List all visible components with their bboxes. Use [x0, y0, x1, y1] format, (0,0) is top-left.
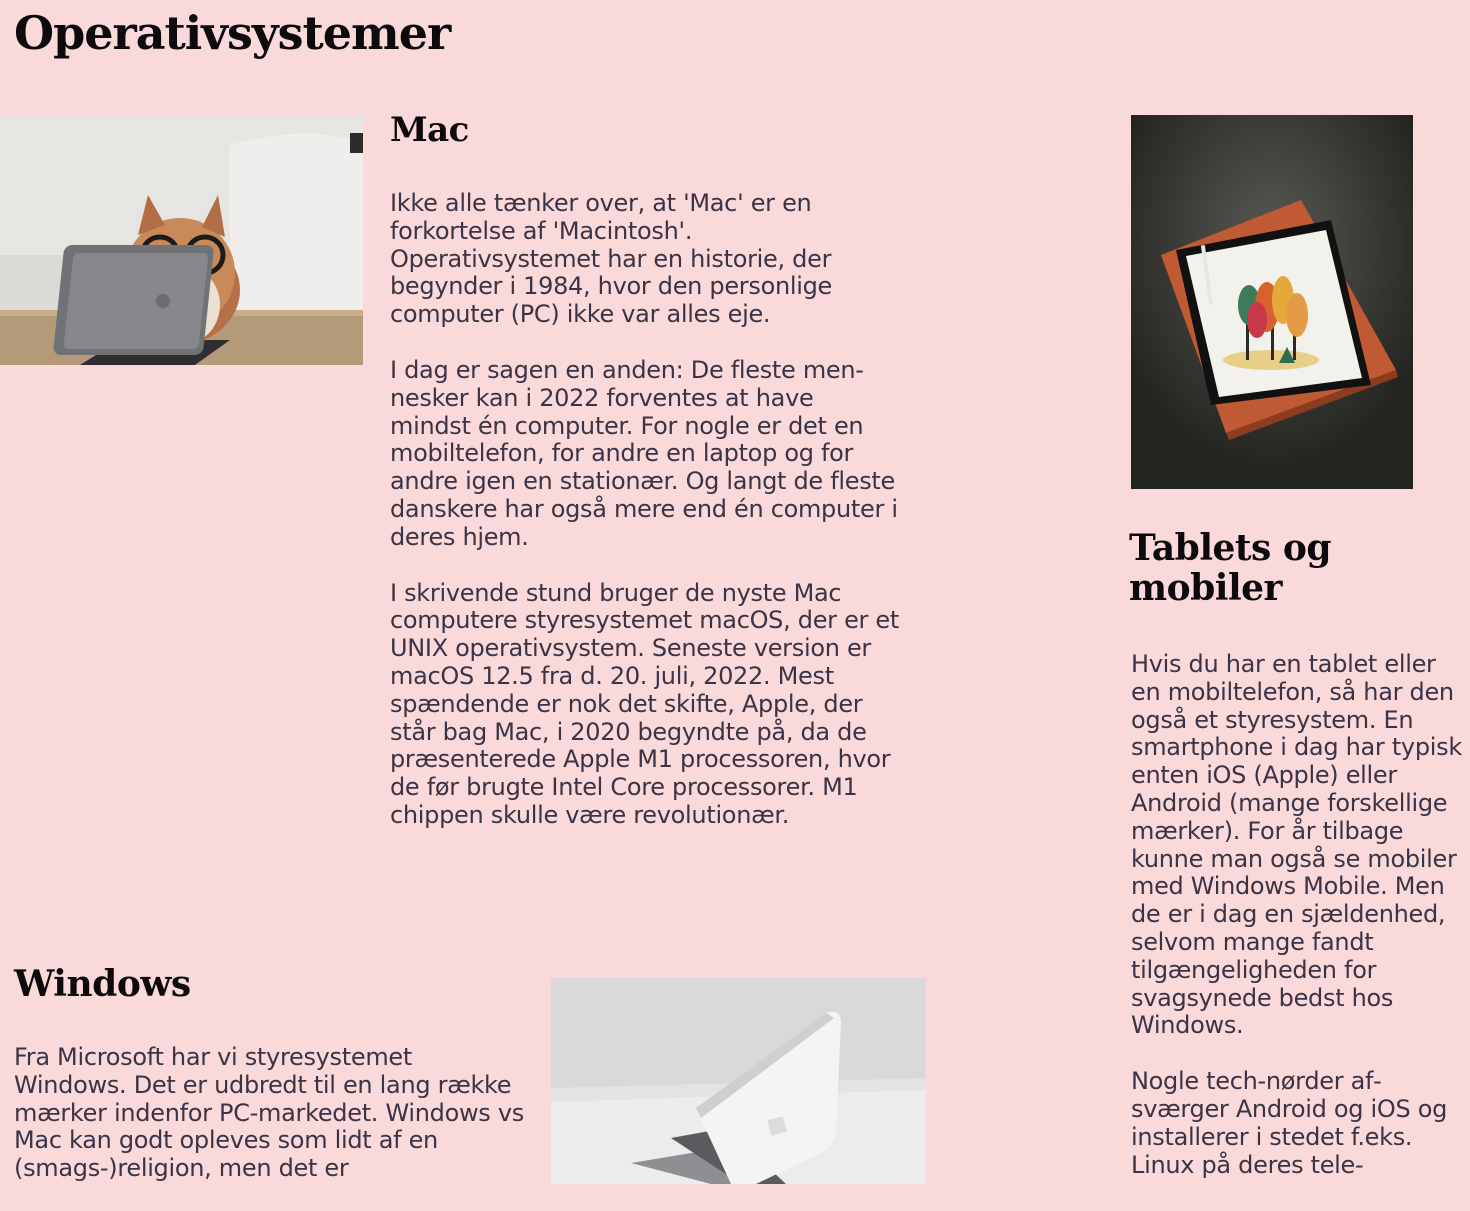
- tablets-text: Hvis du har en tablet eller en mobiltele…: [1131, 650, 1467, 1207]
- tablet-photo: [1131, 115, 1413, 489]
- page-title: Operativsystemer: [14, 6, 451, 60]
- windows-text: Fra Microsoft har vi styresystemet Windo…: [14, 1043, 524, 1211]
- tablets-paragraph: Nogle tech-nørder af­sværger Android og …: [1131, 1067, 1448, 1179]
- mac-paragraph: Ikke alle tænker over, at 'Mac' er en fo…: [390, 189, 833, 329]
- tablets-heading: Tablets og mobiler: [1129, 527, 1332, 609]
- mac-paragraph: I dag er sagen en anden: De fleste men­n…: [390, 355, 898, 551]
- tablets-paragraph: Hvis du har en tablet eller en mobiltele…: [1131, 650, 1462, 1040]
- windows-heading: Windows: [14, 963, 191, 1005]
- mac-heading: Mac: [390, 110, 469, 150]
- mac-text: Ikke alle tænker over, at 'Mac' er en fo…: [390, 189, 900, 858]
- windows-paragraph: Fra Microsoft har vi styresystemet Windo…: [14, 1043, 524, 1183]
- mac-paragraph: I skrivende stund bruger de nyste Mac co…: [390, 578, 900, 829]
- laptop-photo: [551, 978, 926, 1184]
- dog-with-tablet-photo: [0, 115, 363, 365]
